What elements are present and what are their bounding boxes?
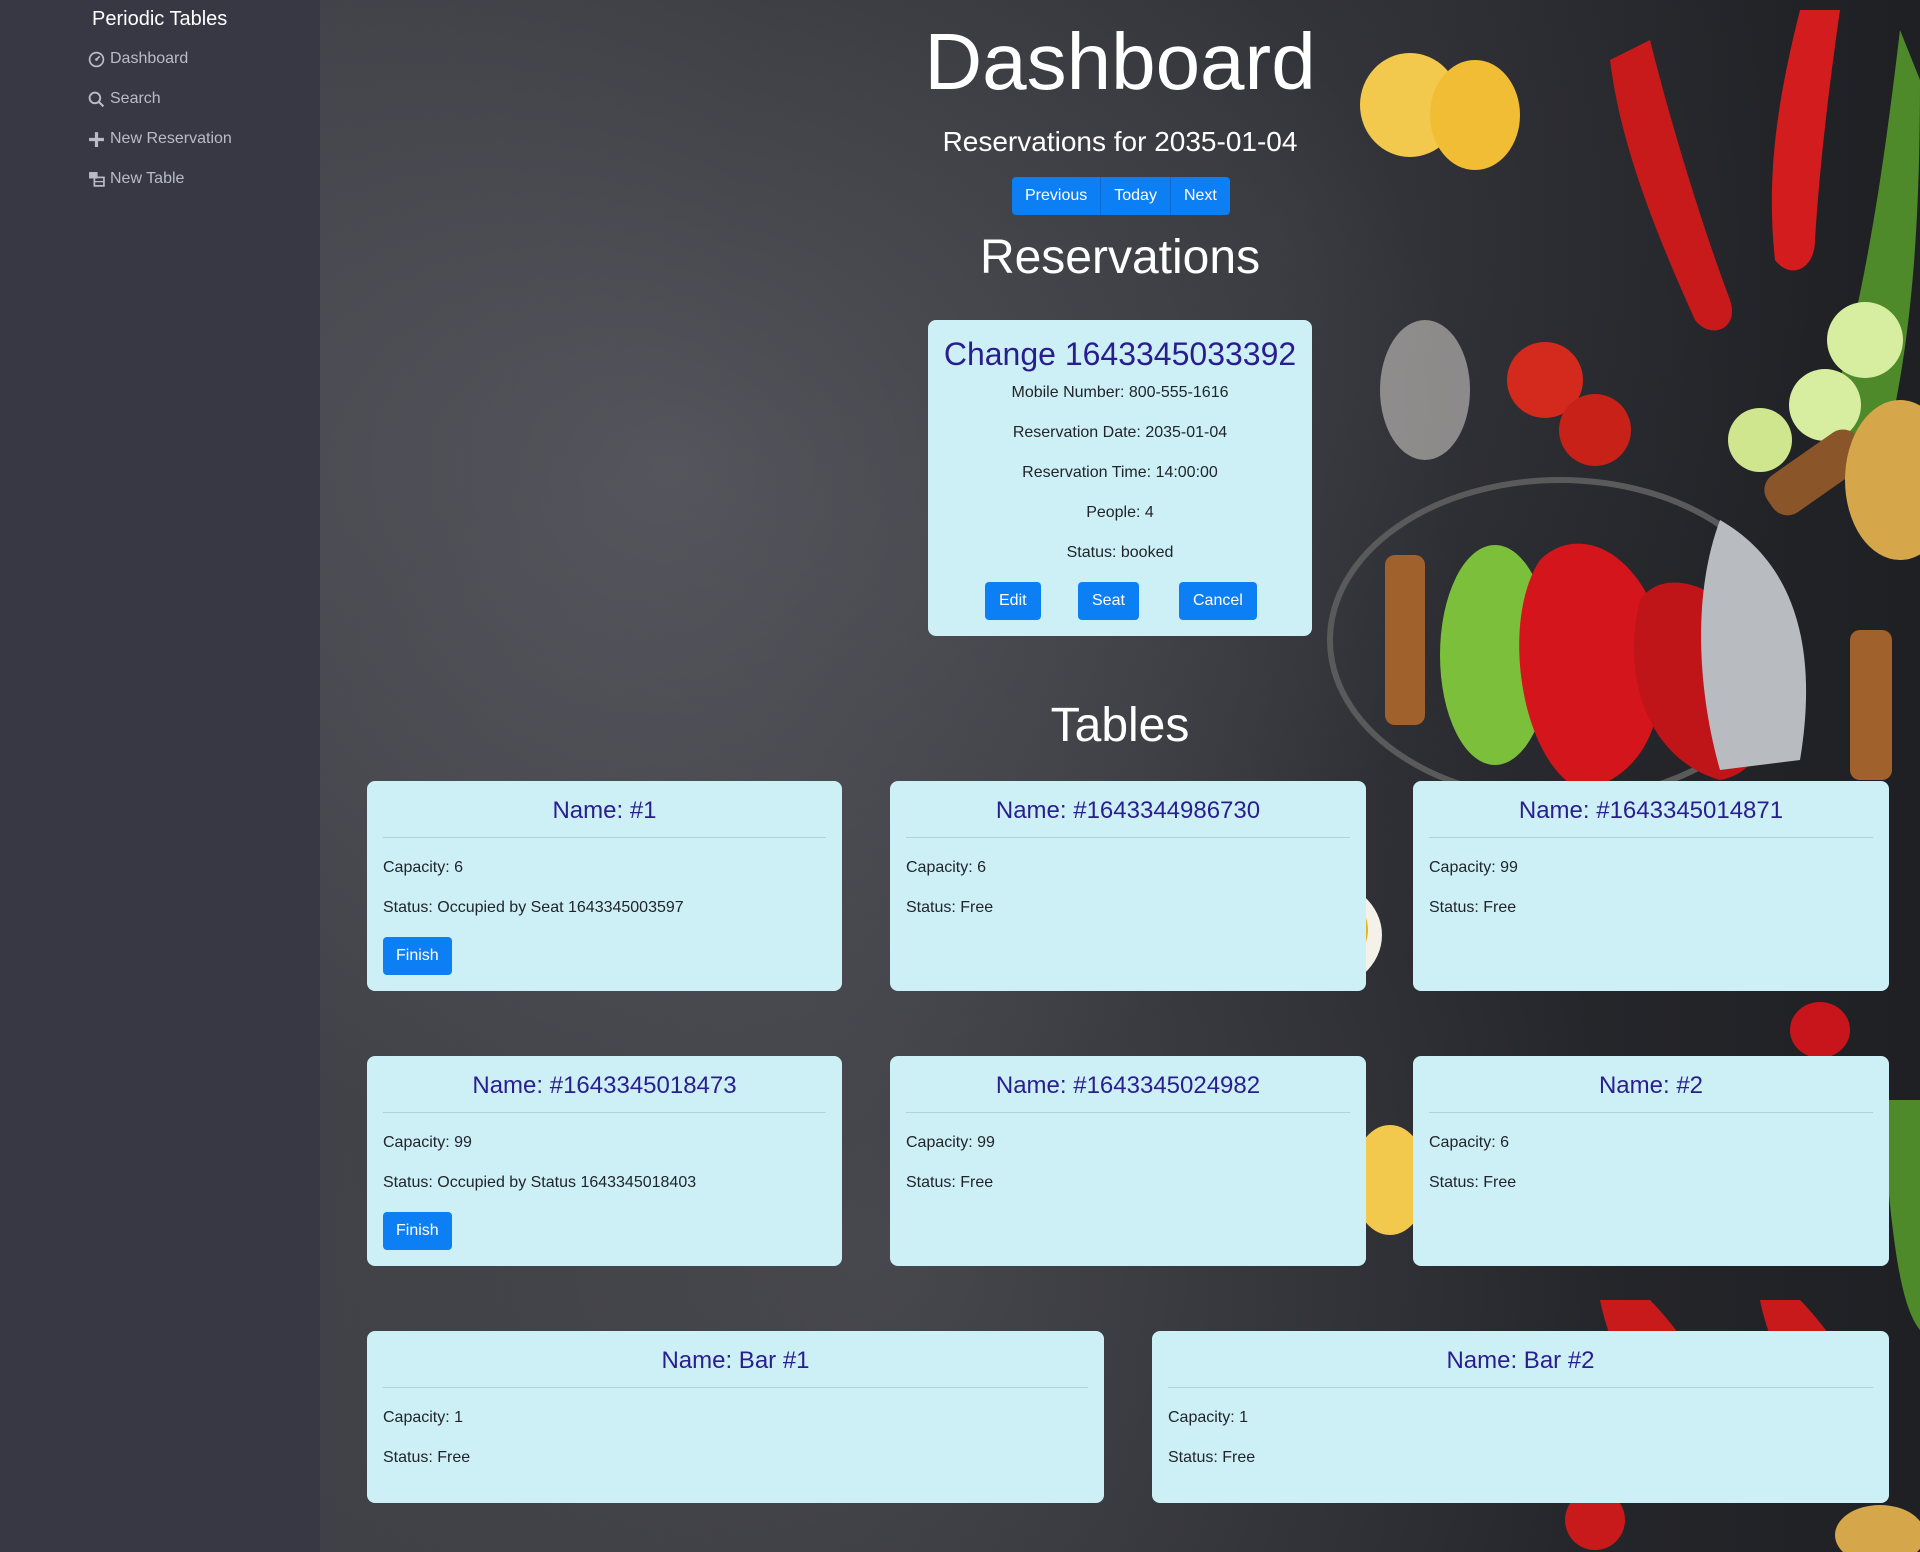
table-card: Name: Bar #1 Capacity: 1 Status: Free — [367, 1331, 1104, 1503]
sidebar-item-new-table[interactable]: New Table — [88, 170, 184, 188]
sidebar-item-new-reservation[interactable]: New Reservation — [88, 130, 232, 148]
table-status: Status: Free — [906, 899, 994, 916]
table-status: Status: Occupied by Status 1643345018403 — [383, 1174, 697, 1191]
plus-icon — [89, 131, 104, 147]
table-status: Status: Free — [1429, 1174, 1517, 1191]
table-card: Name: #2 Capacity: 6 Status: Free — [1413, 1056, 1889, 1266]
table-capacity: Capacity: 1 — [383, 1409, 464, 1426]
reservation-time: Reservation Time: 14:00:00 — [1022, 464, 1218, 481]
table-name: Name: #2 — [1598, 1072, 1704, 1099]
table-card: Name: #1643345024982 Capacity: 99 Status… — [890, 1056, 1366, 1266]
table-name: Name: #1 — [552, 797, 657, 824]
table-icon — [89, 171, 105, 187]
table-capacity: Capacity: 1 — [1168, 1409, 1249, 1426]
sidebar-item-label: Dashboard — [110, 50, 189, 67]
divider — [383, 1387, 1088, 1388]
dashboard-icon — [88, 51, 105, 67]
table-status: Status: Occupied by Seat 1643345003597 — [383, 899, 684, 916]
edit-button[interactable]: Edit — [985, 582, 1041, 620]
table-capacity: Capacity: 6 — [906, 859, 987, 876]
reservation-status: Status: booked — [1066, 544, 1174, 561]
table-status: Status: Free — [906, 1174, 994, 1191]
table-name: Name: #1643345014871 — [1518, 797, 1784, 824]
sidebar-item-label: New Reservation — [110, 130, 232, 147]
table-name: Name: Bar #2 — [1446, 1347, 1595, 1374]
table-capacity: Capacity: 6 — [1429, 1134, 1510, 1151]
seat-button[interactable]: Seat — [1078, 582, 1139, 620]
table-status: Status: Free — [1429, 899, 1517, 916]
table-status: Status: Free — [1168, 1449, 1256, 1466]
table-status: Status: Free — [383, 1449, 471, 1466]
table-card: Name: #1643344986730 Capacity: 6 Status:… — [890, 781, 1366, 991]
sidebar-item-search[interactable]: Search — [88, 90, 161, 108]
table-capacity: Capacity: 6 — [383, 859, 464, 876]
divider — [383, 1112, 826, 1113]
table-capacity: Capacity: 99 — [906, 1134, 995, 1151]
reservation-date: Reservation Date: 2035-01-04 — [1012, 424, 1228, 441]
finish-button[interactable]: Finish — [383, 937, 452, 975]
sidebar: Periodic Tables Dashboard Search New Res… — [0, 0, 320, 1552]
divider — [1429, 837, 1873, 838]
table-name: Name: #1643344986730 — [995, 797, 1261, 824]
table-name: Name: #1643345024982 — [995, 1072, 1261, 1099]
table-name: Name: #1643345018473 — [472, 1072, 737, 1099]
table-card: Name: Bar #2 Capacity: 1 Status: Free — [1152, 1331, 1889, 1503]
table-capacity: Capacity: 99 — [383, 1134, 472, 1151]
page-title: Dashboard — [924, 17, 1316, 106]
reservations-heading: Reservations — [979, 231, 1261, 284]
table-card: Name: #1643345014871 Capacity: 99 Status… — [1413, 781, 1889, 991]
divider — [906, 837, 1350, 838]
search-icon — [88, 91, 105, 107]
finish-button[interactable]: Finish — [383, 1212, 452, 1250]
sidebar-item-label: New Table — [110, 170, 185, 187]
brand-title[interactable]: Periodic Tables — [92, 8, 227, 31]
table-card: Name: #1643345018473 Capacity: 99 Status… — [367, 1056, 842, 1266]
table-card: Name: #1 Capacity: 6 Status: Occupied by… — [367, 781, 842, 991]
reservations-date-subtitle: Reservations for 2035-01-04 — [942, 126, 1298, 157]
divider — [383, 837, 826, 838]
divider — [906, 1112, 1350, 1113]
divider — [1429, 1112, 1873, 1113]
cancel-button[interactable]: Cancel — [1179, 582, 1257, 620]
today-button[interactable]: Today — [1101, 177, 1171, 215]
next-button[interactable]: Next — [1170, 177, 1230, 215]
reservation-card: Change 1643345033392 Mobile Number: 800-… — [928, 320, 1312, 636]
table-capacity: Capacity: 99 — [1429, 859, 1518, 876]
table-name: Name: Bar #1 — [661, 1347, 810, 1374]
reservation-mobile: Mobile Number: 800-555-1616 — [1011, 384, 1229, 401]
previous-button[interactable]: Previous — [1012, 177, 1102, 215]
divider — [1168, 1387, 1873, 1388]
reservation-people: People: 4 — [1086, 504, 1154, 521]
date-navigation-group: Previous Today Next — [1012, 177, 1230, 215]
reservation-title: Change 1643345033392 — [943, 336, 1297, 372]
sidebar-item-label: Search — [110, 90, 161, 107]
tables-heading: Tables — [1050, 699, 1190, 752]
sidebar-item-dashboard[interactable]: Dashboard — [88, 50, 188, 68]
